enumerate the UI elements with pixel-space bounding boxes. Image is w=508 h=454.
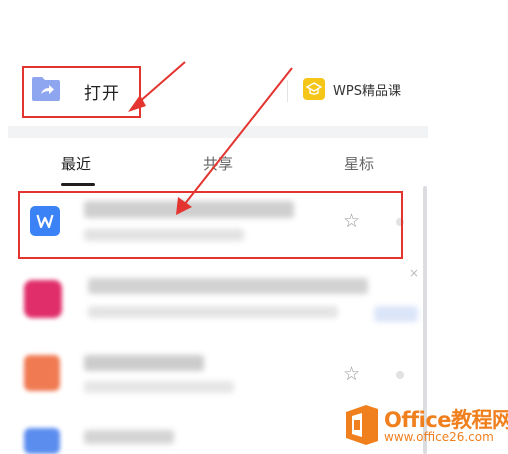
- tab-shared[interactable]: 共享: [203, 153, 233, 174]
- file-type-icon: [24, 355, 60, 391]
- file-meta-blurred: [88, 306, 338, 318]
- wps-course-button[interactable]: WPS精品课: [303, 78, 401, 100]
- watermark-url: www.office26.com: [384, 430, 494, 444]
- file-row[interactable]: ☆: [18, 191, 420, 259]
- tab-recent[interactable]: 最近: [61, 153, 91, 174]
- graduation-cap-icon: [303, 78, 325, 100]
- section-separator: [8, 126, 428, 138]
- more-options-icon[interactable]: [396, 218, 404, 226]
- file-name-blurred: [84, 201, 294, 218]
- file-row[interactable]: [18, 268, 420, 336]
- folder-share-icon: [30, 75, 62, 107]
- file-type-icon: [24, 280, 62, 318]
- file-meta-blurred: [84, 381, 234, 393]
- file-meta-blurred: [84, 229, 244, 241]
- wps-writer-icon: [30, 206, 60, 236]
- toolbar-divider: [287, 80, 288, 102]
- open-button[interactable]: 打开: [22, 65, 140, 117]
- star-outline-icon[interactable]: ☆: [343, 363, 360, 385]
- file-name-blurred: [84, 430, 174, 444]
- file-type-icon: [24, 428, 60, 454]
- more-options-icon[interactable]: [396, 371, 404, 379]
- open-label: 打开: [84, 83, 120, 104]
- wps-course-label: WPS精品课: [333, 83, 401, 99]
- file-name-blurred: [84, 355, 204, 371]
- star-outline-icon[interactable]: ☆: [343, 210, 360, 232]
- file-name-blurred: [88, 278, 368, 294]
- file-tag-blurred: [374, 306, 418, 322]
- watermark: Office教程网 www.office26.com: [340, 398, 508, 454]
- active-tab-indicator: [61, 183, 95, 186]
- arrow-to-open: [137, 61, 186, 104]
- tab-starred[interactable]: 星标: [344, 153, 374, 174]
- office-logo-icon: [346, 405, 378, 445]
